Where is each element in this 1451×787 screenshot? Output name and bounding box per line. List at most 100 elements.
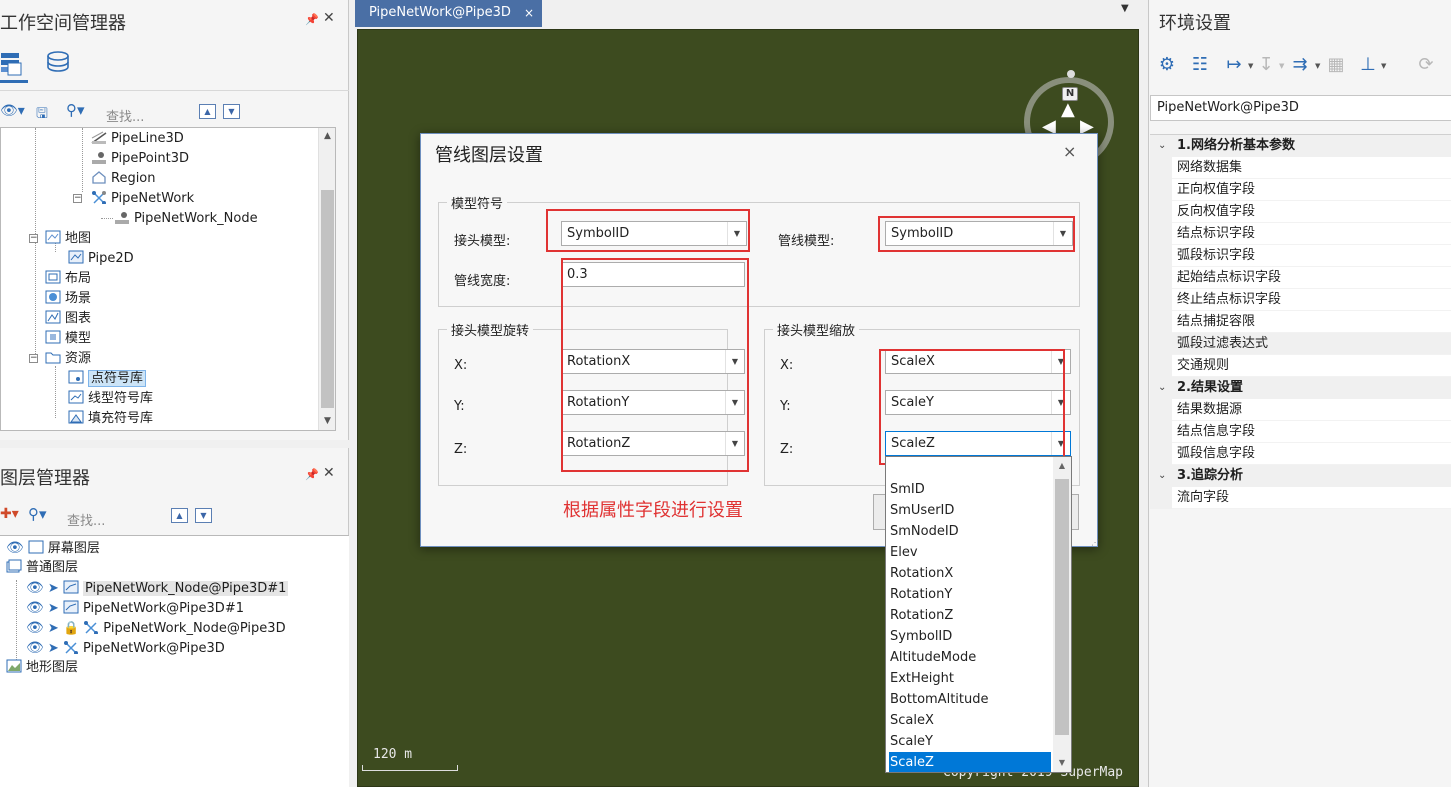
tree-item-pipenetwork[interactable]: PipeNetWork bbox=[91, 189, 194, 209]
dropdown-option[interactable]: ScaleY bbox=[889, 731, 1051, 752]
flow-direction-icon[interactable]: ⇉ bbox=[1289, 54, 1311, 76]
dropdown-option-selected[interactable]: ScaleZ bbox=[889, 752, 1051, 772]
dialog-close-icon[interactable]: × bbox=[1063, 142, 1076, 161]
collapse-icon[interactable]: − bbox=[73, 194, 82, 203]
layer-item-node-1[interactable]: 👁 ➤ PipeNetWork_Node@Pipe3D#1 bbox=[26, 578, 289, 598]
selectable-arrow-icon[interactable]: ➤ bbox=[48, 621, 59, 636]
scroll-down-icon[interactable]: ▼ bbox=[1053, 754, 1071, 772]
property-row[interactable]: 弧段信息字段 bbox=[1150, 443, 1451, 465]
close-icon[interactable]: ✕ bbox=[323, 10, 335, 26]
database-tab-icon[interactable] bbox=[45, 50, 71, 74]
property-row[interactable]: 反向权值字段 bbox=[1150, 201, 1451, 223]
search-down-button[interactable]: ▼ bbox=[195, 508, 212, 523]
resize-grip-icon[interactable]: ⋰ bbox=[1091, 538, 1099, 547]
pin-icon[interactable]: 📌 bbox=[305, 468, 319, 481]
tab-dropdown-icon[interactable]: ▼ bbox=[1121, 3, 1129, 14]
property-row[interactable]: 网络数据集 bbox=[1150, 157, 1451, 179]
tree-item-maps[interactable]: 地图 bbox=[45, 229, 91, 249]
dropdown-option[interactable]: Elev bbox=[889, 542, 1051, 563]
network-layer-select[interactable]: PipeNetWork@Pipe3D bbox=[1150, 95, 1451, 121]
workspace-tree[interactable]: PipeLine3D PipePoint3D Region − PipeNetW… bbox=[0, 127, 336, 431]
chevron-down-icon[interactable]: ⌄ bbox=[1158, 465, 1166, 487]
selectable-arrow-icon[interactable]: ➤ bbox=[48, 581, 59, 596]
connectivity-icon[interactable]: ⊥ bbox=[1357, 54, 1379, 76]
chevron-down-icon[interactable]: ▼ bbox=[1381, 62, 1386, 70]
field-dropdown-list[interactable]: ▲ ▼ SmID SmUserID SmNodeID Elev Rotation… bbox=[885, 456, 1072, 773]
layer-item-screen[interactable]: 👁 屏幕图层 bbox=[6, 538, 100, 558]
search-icon[interactable]: ⚲▾ bbox=[66, 101, 85, 119]
lock-icon[interactable]: 🔒 bbox=[63, 621, 79, 636]
tilt-handle[interactable] bbox=[1067, 70, 1075, 78]
chevron-down-icon[interactable]: ▼ bbox=[1279, 62, 1284, 70]
search-up-button[interactable]: ▲ bbox=[199, 104, 216, 119]
dropdown-option[interactable]: ScaleX bbox=[889, 710, 1051, 731]
refresh-icon[interactable]: ⟳ bbox=[1415, 54, 1437, 76]
dropdown-option[interactable]: SmNodeID bbox=[889, 521, 1051, 542]
property-grid[interactable]: ⌄ 1.网络分析基本参数 网络数据集 正向权值字段 反向权值字段 结点标识字段 弧… bbox=[1150, 134, 1451, 509]
chevron-down-icon[interactable]: ⌄ bbox=[1158, 135, 1166, 157]
property-row[interactable]: 结点标识字段 bbox=[1150, 223, 1451, 245]
tree-item-models[interactable]: 模型 bbox=[45, 329, 91, 349]
visibility-eye-icon[interactable]: 👁 bbox=[26, 580, 44, 596]
visibility-eye-icon[interactable]: 👁 bbox=[6, 540, 24, 556]
dropdown-option[interactable]: SymbolID bbox=[889, 626, 1051, 647]
dropdown-option[interactable]: RotationY bbox=[889, 584, 1051, 605]
visibility-eye-icon[interactable]: 👁 bbox=[26, 600, 44, 616]
selectable-arrow-icon[interactable]: ➤ bbox=[48, 601, 59, 616]
workspace-tree-scrollbar[interactable]: ▲ ▼ bbox=[318, 128, 335, 430]
tree-item-pipe2d[interactable]: Pipe2D bbox=[68, 249, 134, 269]
dropdown-option[interactable]: BottomAltitude bbox=[889, 689, 1051, 710]
settings-gear-icon[interactable]: ⚙ bbox=[1156, 54, 1178, 76]
property-row[interactable]: 正向权值字段 bbox=[1150, 179, 1451, 201]
layer-item-network-1[interactable]: 👁 ➤ PipeNetWork@Pipe3D#1 bbox=[26, 598, 244, 618]
collapse-icon[interactable]: − bbox=[29, 354, 38, 363]
layer-tree[interactable]: 👁 屏幕图层 普通图层 👁 ➤ PipeNetWork_Node@Pipe3D#… bbox=[0, 535, 349, 787]
tree-item-resources[interactable]: 资源 bbox=[45, 349, 91, 369]
search-icon[interactable]: ⚲▾ bbox=[28, 505, 47, 523]
dropdown-option[interactable]: RotationX bbox=[889, 563, 1051, 584]
property-row[interactable]: 弧段过滤表达式 bbox=[1150, 333, 1451, 355]
scroll-thumb[interactable] bbox=[1055, 479, 1069, 735]
layer-item-terrain[interactable]: 地形图层 bbox=[6, 658, 78, 678]
property-row[interactable]: 起始结点标识字段 bbox=[1150, 267, 1451, 289]
scroll-up-icon[interactable]: ▲ bbox=[319, 128, 335, 145]
tree-item-charts[interactable]: 图表 bbox=[45, 309, 91, 329]
tab-close-icon[interactable]: × bbox=[524, 0, 534, 26]
property-row[interactable]: 弧段标识字段 bbox=[1150, 245, 1451, 267]
property-row[interactable]: 交通规则 bbox=[1150, 355, 1451, 377]
tree-item-scenes[interactable]: 场景 bbox=[45, 289, 91, 309]
add-layer-icon[interactable]: ✚▾ bbox=[0, 506, 19, 522]
selectable-arrow-icon[interactable]: ➤ bbox=[48, 641, 59, 656]
scroll-down-icon[interactable]: ▼ bbox=[319, 413, 335, 430]
view-icon[interactable]: 👁▾ bbox=[0, 103, 25, 119]
layer-search-input[interactable]: 查找... bbox=[67, 510, 105, 529]
property-row[interactable]: 终止结点标识字段 bbox=[1150, 289, 1451, 311]
chevron-down-icon[interactable]: ⌄ bbox=[1158, 377, 1166, 399]
save-icon[interactable]: 🖫 bbox=[36, 103, 48, 127]
dropdown-option[interactable]: AltitudeMode bbox=[889, 647, 1051, 668]
tree-item-region[interactable]: Region bbox=[91, 169, 156, 189]
visibility-eye-icon[interactable]: 👁 bbox=[26, 620, 44, 636]
scroll-up-icon[interactable]: ▲ bbox=[1053, 457, 1071, 475]
tree-item-line-symbols[interactable]: 线型符号库 bbox=[68, 389, 153, 409]
layer-item-normal[interactable]: 普通图层 bbox=[6, 558, 78, 578]
dropdown-option[interactable]: SmID bbox=[889, 479, 1051, 500]
chevron-down-icon[interactable]: ▼ bbox=[1248, 62, 1253, 70]
dropdown-scrollbar[interactable]: ▲ ▼ bbox=[1053, 457, 1071, 772]
layer-item-network[interactable]: 👁 ➤ PipeNetWork@Pipe3D bbox=[26, 638, 225, 658]
property-row[interactable]: 结点信息字段 bbox=[1150, 421, 1451, 443]
visibility-eye-icon[interactable]: 👁 bbox=[26, 640, 44, 656]
grid-icon[interactable]: ▦ bbox=[1325, 54, 1347, 76]
chevron-down-icon[interactable]: ▼ bbox=[1315, 62, 1320, 70]
layer-item-node[interactable]: 👁 ➤ 🔒 PipeNetWork_Node@Pipe3D bbox=[26, 618, 286, 638]
property-row[interactable]: 流向字段 bbox=[1150, 487, 1451, 509]
property-row[interactable]: 结果数据源 bbox=[1150, 399, 1451, 421]
pin-icon[interactable]: 📌 bbox=[305, 13, 319, 26]
tree-item-pipeline3d[interactable]: PipeLine3D bbox=[91, 129, 184, 149]
dropdown-option[interactable] bbox=[889, 458, 1051, 479]
scene-tab[interactable]: PipeNetWork@Pipe3D × bbox=[355, 0, 542, 27]
downstream-trace-icon[interactable]: ↧ bbox=[1255, 54, 1277, 76]
category-result-settings[interactable]: ⌄ 2.结果设置 bbox=[1150, 377, 1451, 399]
network-build-icon[interactable]: ☷ bbox=[1189, 54, 1211, 76]
tree-item-layouts[interactable]: 布局 bbox=[45, 269, 91, 289]
